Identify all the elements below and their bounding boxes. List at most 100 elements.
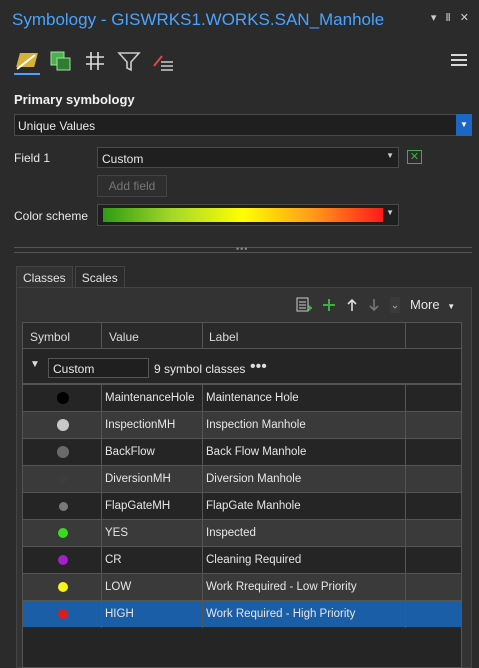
table-row[interactable]: BackFlow Back Flow Manhole — [23, 438, 461, 466]
pane-menu-icon[interactable]: ▾ — [431, 11, 437, 24]
label-cell[interactable]: Back Flow Manhole — [206, 446, 306, 458]
label-cell[interactable]: Diversion Manhole — [206, 473, 301, 485]
vary-symbology-icon — [50, 51, 71, 71]
tab-classes[interactable]: Classes — [16, 266, 73, 289]
label-cell[interactable]: FlapGate Manhole — [206, 500, 301, 512]
column-divider — [101, 466, 102, 493]
window-controls: ▾ Ⅱ ✕ — [431, 11, 469, 24]
column-header-label[interactable]: Label — [209, 330, 238, 344]
pane-titlebar: Symbology - GISWRKS1.WORKS.SAN_Manhole ▾… — [0, 0, 479, 40]
table-row[interactable]: CR Cleaning Required — [23, 546, 461, 574]
chevron-down-icon[interactable]: ▼ — [386, 208, 394, 217]
column-divider — [202, 385, 203, 412]
symbol-swatch[interactable] — [58, 555, 68, 565]
column-divider — [202, 493, 203, 520]
field1-dropdown[interactable]: Custom ▼ — [97, 147, 399, 168]
pane-title: Symbology - GISWRKS1.WORKS.SAN_Manhole — [12, 10, 385, 29]
pin-icon[interactable]: Ⅱ — [445, 11, 450, 24]
column-header-value[interactable]: Value — [109, 330, 139, 344]
label-display-tab[interactable] — [150, 47, 176, 75]
value-cell[interactable]: InspectionMH — [105, 419, 175, 431]
value-cell[interactable]: YES — [105, 527, 128, 539]
value-cell[interactable]: HIGH — [105, 608, 134, 620]
table-row[interactable]: InspectionMH Inspection Manhole — [23, 411, 461, 439]
value-cell[interactable]: DiversionMH — [105, 473, 171, 485]
column-divider — [202, 574, 203, 601]
primary-symbology-heading: Primary symbology — [14, 92, 135, 107]
move-up-icon[interactable] — [346, 298, 358, 312]
symbol-layers-tab[interactable] — [82, 47, 108, 75]
column-divider — [101, 385, 102, 412]
symbol-swatch[interactable] — [57, 419, 69, 431]
value-cell[interactable]: FlapGateMH — [105, 500, 170, 512]
column-divider — [101, 601, 102, 628]
chevron-down-icon: ▼ — [447, 302, 456, 311]
column-divider — [101, 520, 102, 547]
label-cell[interactable]: Cleaning Required — [206, 554, 301, 566]
close-icon[interactable]: ✕ — [460, 11, 469, 24]
symbol-swatch[interactable] — [57, 446, 69, 458]
label-cell[interactable]: Maintenance Hole — [206, 392, 299, 404]
primary-symbology-icon — [16, 53, 38, 70]
table-row[interactable]: MaintenanceHole Maintenance Hole — [23, 384, 461, 412]
column-header-symbol[interactable]: Symbol — [30, 330, 70, 344]
column-divider — [405, 466, 406, 493]
primary-symbology-tab[interactable] — [14, 47, 40, 75]
tab-scales[interactable]: Scales — [74, 266, 125, 289]
renderer-value: Unique Values — [18, 119, 96, 133]
column-divider — [405, 439, 406, 466]
group-class-count: 9 symbol classes — [154, 362, 246, 376]
symbol-swatch[interactable] — [58, 528, 68, 538]
options-menu-icon[interactable] — [451, 54, 467, 68]
filter-icon — [117, 52, 141, 72]
symbol-swatch[interactable] — [58, 501, 68, 511]
symbology-toolbar — [14, 44, 176, 78]
label-display-icon — [153, 55, 173, 71]
renderer-dropdown[interactable]: Unique Values ▼ — [14, 114, 472, 136]
value-cell[interactable]: BackFlow — [105, 446, 155, 458]
symbol-swatch[interactable] — [57, 392, 69, 404]
column-divider — [202, 520, 203, 547]
value-cell[interactable]: CR — [105, 554, 122, 566]
label-cell[interactable]: Work Rrequired - Low Priority — [206, 581, 357, 593]
chevron-down-icon[interactable]: ▼ — [456, 114, 472, 136]
vary-symbology-tab[interactable] — [48, 47, 74, 75]
table-row[interactable]: DiversionMH Diversion Manhole — [23, 465, 461, 493]
row-divider — [23, 383, 461, 384]
group-menu-icon[interactable]: ••• — [250, 358, 267, 376]
classes-grid: Symbol Value Label ▼ Custom 9 symbol cla… — [22, 322, 462, 668]
sql-expression-icon[interactable]: ✕ — [407, 150, 422, 164]
column-divider — [405, 385, 406, 412]
label-cell[interactable]: Inspection Manhole — [206, 419, 306, 431]
value-cell[interactable]: LOW — [105, 581, 131, 593]
symbol-swatch[interactable] — [58, 609, 68, 619]
label-cell[interactable]: Inspected — [206, 527, 256, 539]
symbol-swatch[interactable] — [58, 582, 68, 592]
add-field-button[interactable]: Add field — [97, 175, 167, 197]
add-icon[interactable] — [322, 298, 336, 312]
symbol-swatch[interactable] — [58, 474, 68, 484]
field1-label: Field 1 — [14, 151, 51, 165]
move-down-icon[interactable] — [368, 298, 380, 312]
label-cell[interactable]: Work Required - High Priority — [206, 608, 355, 620]
column-divider — [202, 601, 203, 628]
table-row[interactable]: HIGH Work Required - High Priority — [23, 600, 461, 628]
column-divider — [101, 412, 102, 439]
chevron-down-icon[interactable]: ▼ — [386, 151, 394, 160]
table-row[interactable]: FlapGateMH FlapGate Manhole — [23, 492, 461, 520]
symbol-layers-icon — [86, 52, 104, 70]
value-cell[interactable]: MaintenanceHole — [105, 392, 195, 404]
more-button[interactable]: More ▼ — [410, 297, 455, 312]
filter-tab[interactable] — [116, 47, 142, 75]
add-all-values-icon[interactable] — [296, 296, 312, 314]
column-divider — [202, 466, 203, 493]
collapse-icon[interactable]: ▼ — [30, 359, 40, 370]
chevron-down-icon[interactable] — [390, 297, 400, 313]
splitter-handle[interactable]: ••• — [14, 244, 472, 254]
color-scheme-dropdown[interactable]: ▼ — [97, 204, 399, 226]
column-divider — [202, 439, 203, 466]
table-row[interactable]: YES Inspected — [23, 519, 461, 547]
group-name-field[interactable]: Custom — [48, 358, 149, 378]
column-divider — [405, 493, 406, 520]
table-row[interactable]: LOW Work Rrequired - Low Priority — [23, 573, 461, 601]
